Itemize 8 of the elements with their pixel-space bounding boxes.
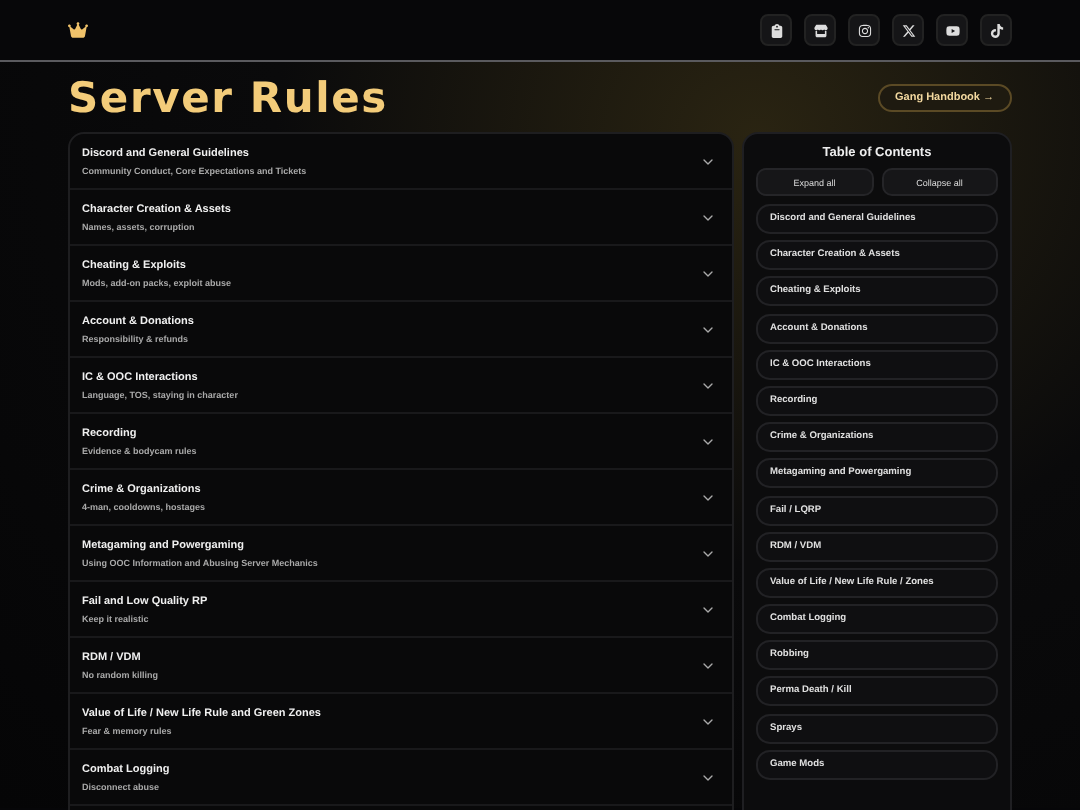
page-title: Server Rules <box>68 73 388 121</box>
youtube-icon[interactable] <box>936 14 968 46</box>
clipboard-icon[interactable] <box>760 14 792 46</box>
instagram-icon[interactable] <box>848 14 880 46</box>
crown-logo-icon[interactable] <box>68 20 88 40</box>
x-icon[interactable] <box>892 14 924 46</box>
tiktok-icon[interactable] <box>980 14 1012 46</box>
store-icon[interactable] <box>804 14 836 46</box>
